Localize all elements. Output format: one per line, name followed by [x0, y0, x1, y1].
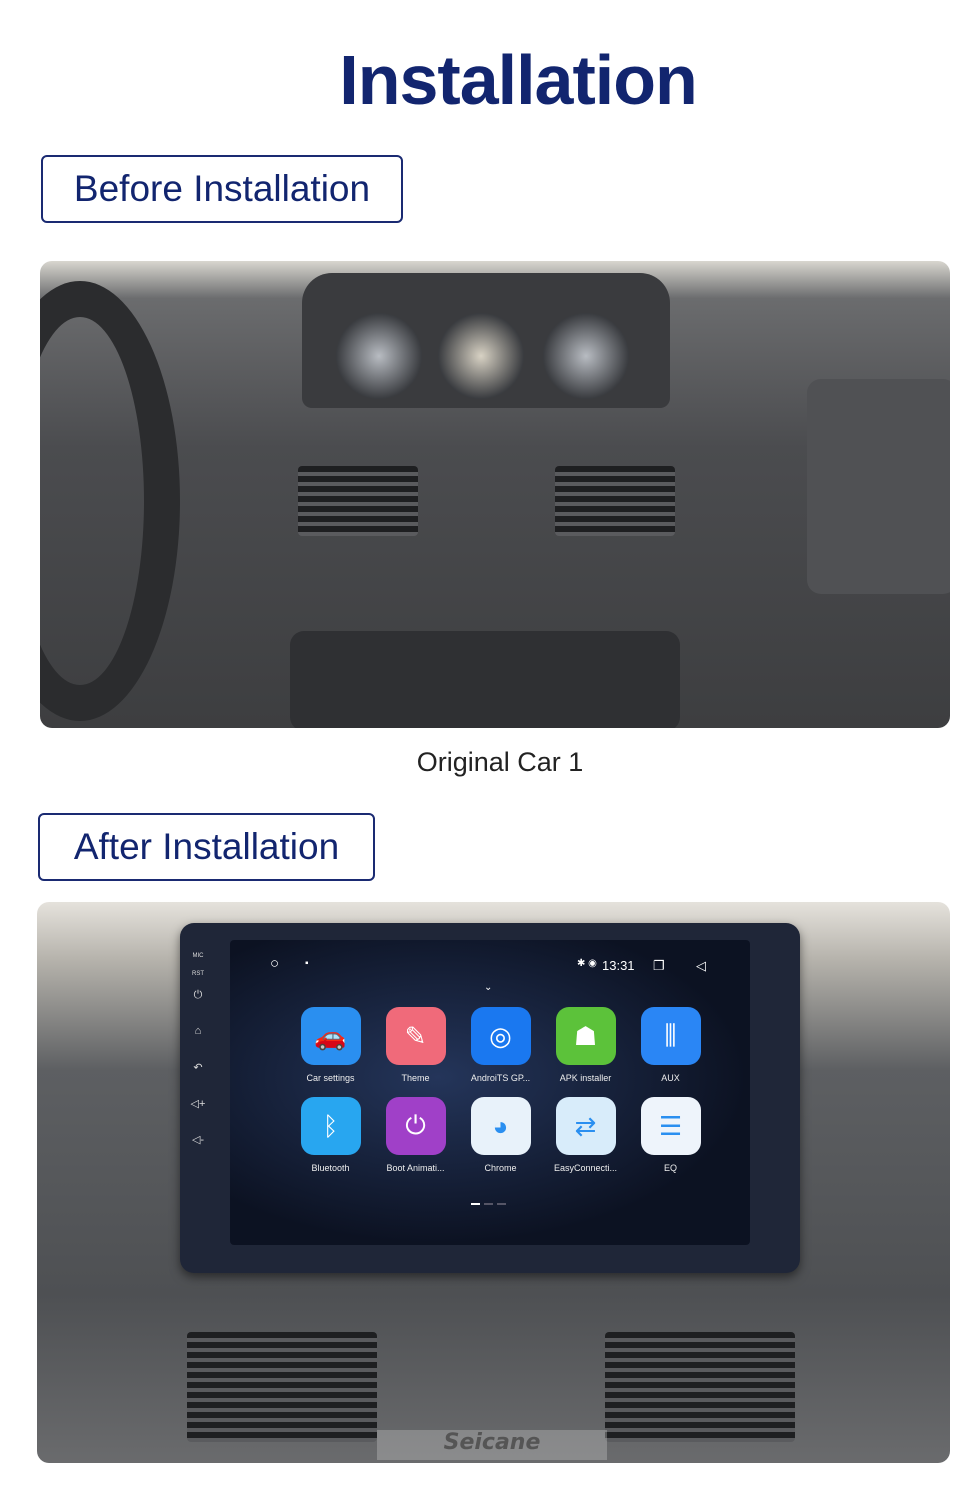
app-android[interactable]: ☗ APK installer [543, 1007, 628, 1083]
eq-icon: ☰ [640, 1097, 701, 1155]
air-vent [298, 466, 418, 536]
back-nav-icon[interactable]: ◁ [696, 958, 706, 974]
chrome-icon: ◕ [470, 1097, 531, 1155]
easyconnect-icon: ⇄ [555, 1097, 616, 1155]
gps-radar-icon: ◎ [470, 1007, 531, 1065]
bluetooth-icon: ᛒ [300, 1097, 361, 1155]
head-unit: MIC RST ⏻ ⌂ ↶ ◁+ ◁- ○ ▪ ✱ ◉ 13:31 ❐ ◁ ⌄ … [180, 923, 800, 1273]
app-label: Theme [401, 1073, 430, 1083]
app-label: Chrome [484, 1163, 517, 1173]
app-label: Car settings [306, 1073, 355, 1083]
aux-icon: ⫼ [640, 1007, 701, 1065]
page-title: Installation [339, 41, 697, 119]
volume-down-icon[interactable]: ◁- [186, 1133, 210, 1169]
before-installation-heading: Before Installation [41, 155, 403, 223]
app-car-settings[interactable]: 🚗 Car settings [288, 1007, 373, 1083]
original-car-photo [40, 261, 950, 728]
app-easyconnect[interactable]: ⇄ EasyConnecti... [543, 1097, 628, 1173]
app-power[interactable]: ⏻ Boot Animati... [373, 1097, 458, 1173]
android-screen: ○ ▪ ✱ ◉ 13:31 ❐ ◁ ⌄ 🚗 Car settings ✎ Theme ◎… [230, 940, 750, 1245]
app-label: APK installer [559, 1073, 612, 1083]
app-aux[interactable]: ⫼ AUX [628, 1007, 713, 1083]
page-indicator [471, 1203, 506, 1205]
power-button-icon[interactable]: ⏻ [186, 989, 210, 1025]
app-label: EQ [663, 1163, 677, 1173]
climate-controls [290, 631, 680, 728]
back-button-icon[interactable]: ↶ [186, 1061, 210, 1097]
home-button-icon[interactable]: ⌂ [186, 1025, 210, 1061]
gauge [438, 313, 524, 399]
android-icon: ☗ [555, 1007, 616, 1065]
power-icon: ⏻ [385, 1097, 446, 1155]
gallery-icon: ▪ [305, 958, 309, 969]
side-buttons: MIC RST ⏻ ⌂ ↶ ◁+ ◁- [186, 953, 210, 1169]
air-vent [187, 1332, 377, 1442]
app-chrome[interactable]: ◕ Chrome [458, 1097, 543, 1173]
app-label: AndroiTS GP... [470, 1073, 531, 1083]
car-settings-icon: 🚗 [300, 1007, 361, 1065]
photo-caption: Original Car 1 [416, 747, 584, 777]
clock: 13:31 [602, 958, 635, 973]
air-vent [555, 466, 675, 536]
air-vent [605, 1332, 795, 1442]
app-label: AUX [661, 1073, 680, 1083]
gauge [336, 313, 422, 399]
steering-wheel [40, 281, 180, 721]
app-label: Boot Animati... [386, 1163, 445, 1173]
recent-apps-icon[interactable]: ❐ [653, 958, 665, 974]
app-eq[interactable]: ☰ EQ [628, 1097, 713, 1173]
app-theme-brush[interactable]: ✎ Theme [373, 1007, 458, 1083]
after-installation-heading: After Installation [38, 813, 375, 881]
volume-up-icon[interactable]: ◁+ [186, 1097, 210, 1133]
gauge [543, 313, 629, 399]
mic-label: MIC [192, 953, 204, 959]
theme-brush-icon: ✎ [385, 1007, 446, 1065]
rst-label: RST [192, 971, 204, 977]
chevron-down-icon[interactable]: ⌄ [484, 982, 492, 993]
app-grid: 🚗 Car settings ✎ Theme ◎ AndroiTS GP... ☗ APK i… [288, 1007, 713, 1173]
home-circle-icon[interactable]: ○ [270, 955, 279, 972]
app-gps-radar[interactable]: ◎ AndroiTS GP... [458, 1007, 543, 1083]
seicane-watermark: Seicane [377, 1430, 607, 1460]
dash-panel [807, 379, 950, 594]
app-label: Bluetooth [311, 1163, 350, 1173]
installed-car-photo: MIC RST ⏻ ⌂ ↶ ◁+ ◁- ○ ▪ ✱ ◉ 13:31 ❐ ◁ ⌄ … [37, 902, 950, 1463]
app-label: EasyConnecti... [553, 1163, 618, 1173]
app-bluetooth[interactable]: ᛒ Bluetooth [288, 1097, 373, 1173]
bluetooth-location-status-icon: ✱ ◉ [577, 958, 597, 969]
